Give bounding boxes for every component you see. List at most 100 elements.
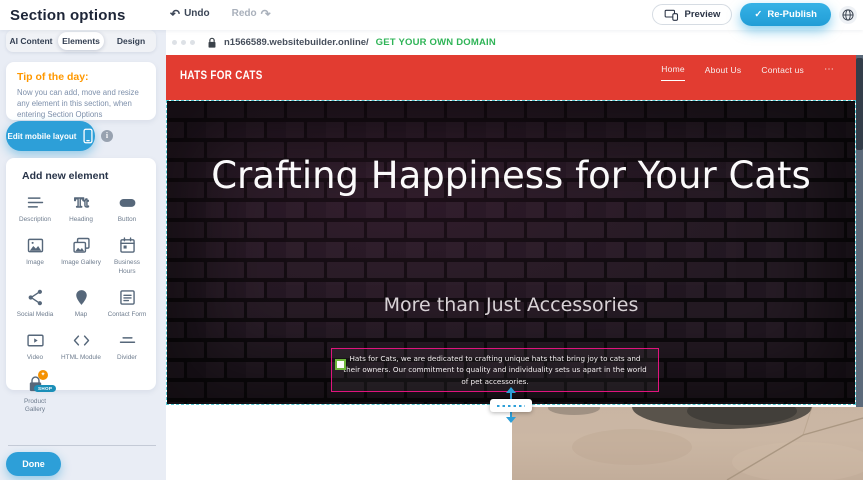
divider-icon: [117, 330, 138, 351]
element-social-media[interactable]: Social Media: [12, 287, 58, 319]
preview-button[interactable]: Preview: [652, 4, 732, 25]
panel-tabs: AI Content Elements Design: [6, 30, 156, 52]
tip-of-the-day-card: Tip of the day: Now you can add, move an…: [6, 62, 156, 120]
preview-browser-bar: n1566589.websitebuilder.online/ GET YOUR…: [166, 30, 863, 55]
sand-photo[interactable]: [512, 407, 863, 480]
element-label: Map: [75, 311, 87, 319]
element-html-module[interactable]: HTML Module: [58, 330, 104, 362]
hero-section-selected[interactable]: Crafting Happiness for Your Cats More th…: [166, 100, 856, 405]
tab-ai-content[interactable]: AI Content: [8, 32, 54, 50]
element-label: HTML Module: [61, 354, 101, 362]
tab-elements[interactable]: Elements: [58, 32, 104, 50]
resize-arrow-down-icon: [506, 417, 516, 423]
site-header: HATS FOR CATS Home About Us Contact us ⋯: [166, 55, 856, 100]
description-icon: [25, 192, 46, 213]
element-video[interactable]: Video: [12, 330, 58, 362]
nav-contact-us[interactable]: Contact us: [761, 65, 804, 81]
element-label: Heading: [69, 216, 93, 224]
html-module-icon: [71, 330, 92, 351]
republish-button[interactable]: ✓ Re-Publish: [740, 3, 831, 26]
preview-label: Preview: [684, 9, 720, 20]
resize-grip[interactable]: [490, 399, 532, 412]
info-icon[interactable]: i: [101, 130, 113, 142]
element-description[interactable]: Description: [12, 192, 58, 224]
next-section-blank[interactable]: [166, 407, 512, 480]
video-icon: [25, 330, 46, 351]
element-label: Business Hours: [105, 259, 149, 276]
page-title: Section options: [10, 7, 126, 24]
element-label: Product Gallery: [13, 398, 57, 415]
button-icon: [117, 192, 138, 213]
element-divider[interactable]: Divider: [104, 330, 150, 362]
image-icon: [25, 235, 46, 256]
add-element-heading: Add new element: [22, 170, 150, 182]
shop-badge: SHOP: [34, 385, 56, 392]
nav-more-icon[interactable]: ⋯: [824, 64, 834, 81]
element-button[interactable]: Button: [104, 192, 150, 224]
devices-icon: [664, 9, 679, 21]
section-resize-handle[interactable]: [490, 391, 532, 419]
element-label: Description: [19, 216, 51, 224]
business-hours-icon: [117, 235, 138, 256]
republish-label: Re-Publish: [767, 9, 817, 20]
history-controls: ↶ Undo Redo ↷: [170, 8, 271, 19]
element-label: Image: [26, 259, 44, 267]
element-map[interactable]: Map: [58, 287, 104, 319]
map-pin-icon: [71, 287, 92, 308]
heading-icon: Tt: [71, 192, 92, 213]
browser-dots-icon: [172, 40, 199, 45]
image-gallery-icon: [71, 235, 92, 256]
smartphone-icon: [83, 128, 93, 144]
done-button[interactable]: Done: [6, 452, 61, 476]
element-product-gallery[interactable]: ✦ SHOP Product Gallery: [12, 374, 58, 415]
sidebar-divider: [8, 445, 156, 446]
sand-photo-detail: [512, 407, 863, 480]
site-logo[interactable]: HATS FOR CATS: [180, 68, 263, 82]
hero-subtitle[interactable]: More than Just Accessories: [167, 294, 855, 316]
element-image-gallery[interactable]: Image Gallery: [58, 235, 104, 276]
language-globe-button[interactable]: [839, 6, 857, 24]
hero-title[interactable]: Crafting Happiness for Your Cats: [167, 153, 855, 198]
edit-mobile-label: Edit mobile layout: [8, 132, 77, 141]
element-label: Video: [27, 354, 43, 362]
website-builder-app: Section options ↶ Undo Redo ↷ Preview ✓: [0, 0, 863, 480]
redo-button[interactable]: Redo ↷: [232, 8, 271, 19]
globe-icon: [841, 8, 855, 22]
site-url: n1566589.websitebuilder.online/: [224, 37, 369, 48]
lock-icon: [207, 37, 217, 49]
hero-text-element-selected[interactable]: Hats for Cats, we are dedicated to craft…: [331, 348, 659, 392]
element-label: Divider: [117, 354, 137, 362]
preview-scrollbar[interactable]: [856, 55, 863, 407]
redo-icon: ↷: [261, 9, 271, 19]
element-business-hours[interactable]: Business Hours: [104, 235, 150, 276]
nav-about-us[interactable]: About Us: [705, 65, 742, 81]
new-badge-icon: ✦: [38, 370, 48, 380]
tip-heading: Tip of the day:: [17, 71, 145, 83]
element-contact-form[interactable]: Contact Form: [104, 287, 150, 319]
add-new-element-card: Add new element Description Tt Heading B…: [6, 158, 156, 390]
hero-body-text: Hats for Cats, we are dedicated to craft…: [340, 353, 650, 386]
topbar-actions: Preview ✓ Re-Publish: [652, 3, 857, 26]
edit-mobile-layout-button[interactable]: Edit mobile layout: [6, 121, 95, 151]
contact-form-icon: [117, 287, 138, 308]
scrollbar-thumb[interactable]: [856, 58, 863, 150]
top-toolbar: Section options ↶ Undo Redo ↷ Preview ✓: [0, 0, 863, 30]
undo-label: Undo: [184, 8, 210, 19]
nav-home[interactable]: Home: [661, 64, 684, 81]
check-icon: ✓: [754, 9, 762, 20]
tab-design[interactable]: Design: [108, 32, 154, 50]
element-label: Image Gallery: [61, 259, 101, 267]
svg-text:Tt: Tt: [74, 196, 88, 211]
social-media-icon: [25, 287, 46, 308]
element-heading[interactable]: Tt Heading: [58, 192, 104, 224]
element-image[interactable]: Image: [12, 235, 58, 276]
element-label: Social Media: [17, 311, 54, 319]
element-label: Button: [118, 216, 136, 224]
element-label: Contact Form: [108, 311, 147, 319]
site-nav: Home About Us Contact us ⋯: [661, 64, 834, 81]
tip-body: Now you can add, move and resize any ele…: [17, 88, 145, 121]
element-drag-handle[interactable]: [335, 359, 346, 370]
redo-label: Redo: [232, 8, 257, 19]
undo-button[interactable]: ↶ Undo: [170, 8, 210, 19]
get-domain-link[interactable]: GET YOUR OWN DOMAIN: [376, 37, 496, 48]
